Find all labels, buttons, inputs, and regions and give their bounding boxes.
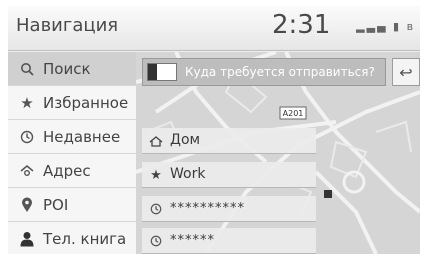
sidebar-item-label: Недавнее xyxy=(43,128,121,146)
address-icon xyxy=(18,161,36,181)
battery-icon: ▮ xyxy=(393,20,402,33)
sidebar-item-search[interactable]: Поиск xyxy=(8,52,136,86)
back-icon: ↩ xyxy=(399,62,413,82)
clock-icon xyxy=(148,232,164,250)
signal-icon: ▂▃▄ xyxy=(356,20,388,33)
clock-icon xyxy=(18,127,36,147)
home-icon xyxy=(148,132,164,150)
location-pin-icon xyxy=(18,195,36,215)
recent-label: ********** xyxy=(170,201,245,216)
status-icons: ▂▃▄ ▮ ʙ xyxy=(356,20,415,33)
sidebar: Поиск ★ Избранное Недавнее Адрес POI Тел… xyxy=(8,52,136,254)
recent-label: ****** xyxy=(170,233,215,248)
sidebar-item-address[interactable]: Адрес xyxy=(8,154,136,188)
sidebar-item-poi[interactable]: POI xyxy=(8,188,136,222)
recent-item[interactable]: ********** xyxy=(142,196,316,222)
back-button[interactable]: ↩ xyxy=(392,58,420,86)
favorite-item-home[interactable]: Дом xyxy=(142,128,316,154)
sidebar-item-label: POI xyxy=(43,196,69,214)
page-title: Навигация xyxy=(16,15,119,36)
header-bar: Навигация 2:31 ▂▃▄ ▮ ʙ xyxy=(8,6,420,51)
bluetooth-icon: ʙ xyxy=(406,20,415,33)
search-icon xyxy=(18,59,36,79)
sidebar-item-recent[interactable]: Недавнее xyxy=(8,120,136,154)
search-placeholder: Куда требуется отправиться? xyxy=(185,65,375,79)
recent-item[interactable]: ****** xyxy=(142,228,316,254)
star-icon: ★ xyxy=(150,167,162,183)
sidebar-item-favorites[interactable]: ★ Избранное xyxy=(8,86,136,120)
star-icon: ★ xyxy=(20,94,34,112)
navigation-screen: Навигация 2:31 ▂▃▄ ▮ ʙ Поиск ★ Избранное… xyxy=(8,6,420,254)
search-input[interactable]: Куда требуется отправиться? xyxy=(142,58,386,86)
contact-icon xyxy=(18,229,36,249)
sidebar-item-label: Адрес xyxy=(43,162,91,180)
clock-icon xyxy=(148,200,164,218)
sidebar-item-phonebook[interactable]: Тел. книга xyxy=(8,222,136,254)
favorite-label: Work xyxy=(170,166,206,182)
favorite-label: Дом xyxy=(170,132,201,148)
clock: 2:31 xyxy=(272,10,331,40)
sidebar-item-label: Избранное xyxy=(43,94,129,112)
sidebar-item-label: Тел. книга xyxy=(43,230,127,248)
flag-icon xyxy=(147,63,177,81)
sidebar-item-label: Поиск xyxy=(43,60,91,78)
road-label: A201 xyxy=(283,109,304,118)
favorite-item-work[interactable]: ★ Work xyxy=(142,162,316,188)
